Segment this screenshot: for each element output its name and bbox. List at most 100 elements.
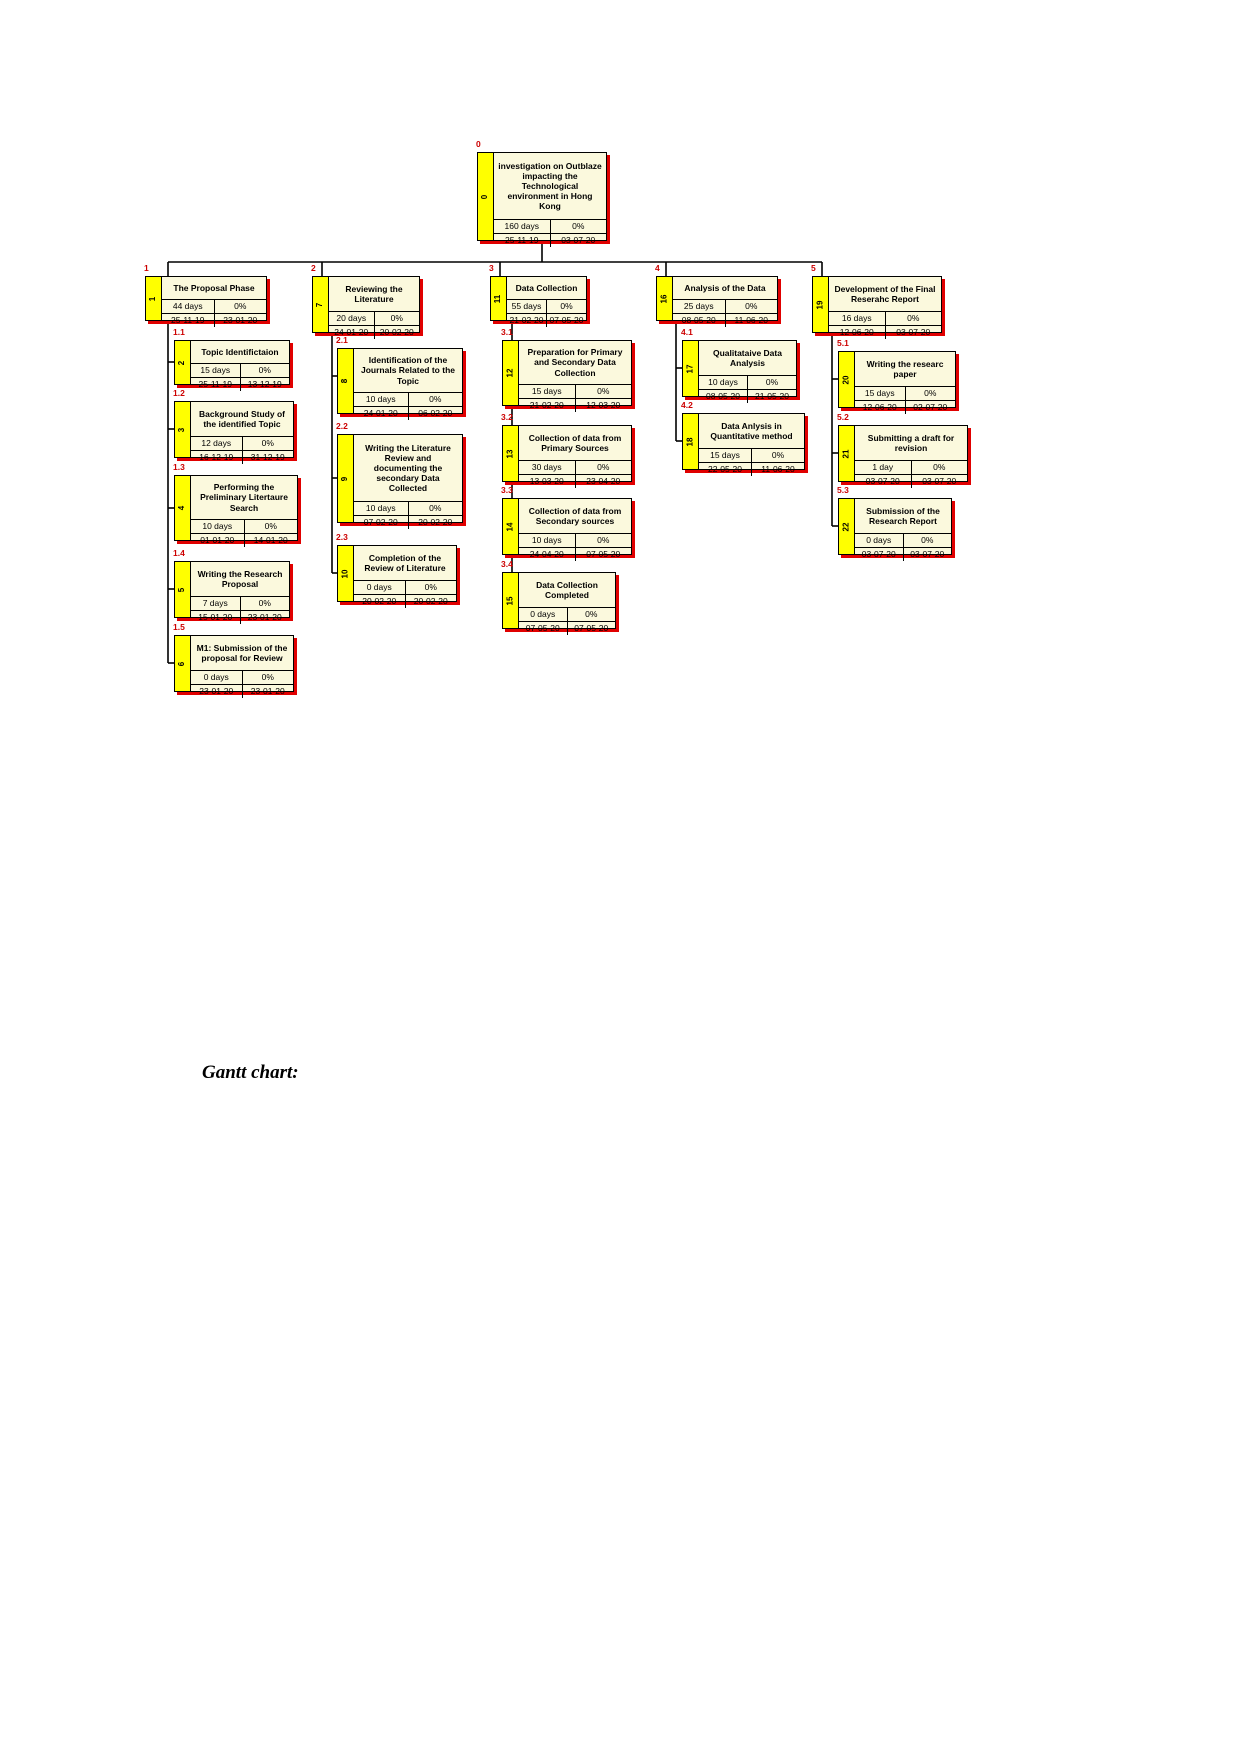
node-id-label: 2 — [177, 360, 187, 365]
node-body: Qualitataive Data Analysis 10 days 0% 08-05… — [699, 341, 796, 403]
wbs-node-3.4[interactable]: 15 Data Collection Completed 0 days 0% 07-05… — [502, 572, 616, 635]
node-task-name: Submission of the Research Report — [855, 499, 951, 534]
node-duration: 15 days — [855, 387, 906, 400]
node-duration: 10 days — [354, 502, 409, 515]
wbs-code-5: 5 — [811, 263, 816, 273]
wbs-node-2.1[interactable]: 8 Identification of the Journals Related … — [337, 348, 463, 420]
wbs-node-4.2[interactable]: 18 Data Anlysis in Quantitative method 15 … — [682, 413, 805, 476]
node-id-label: 20 — [841, 375, 851, 384]
node-task-name: Development of the Final Reserahc Report — [829, 277, 941, 312]
wbs-node-4[interactable]: 16 Analysis of the Data 25 days 0% 08-05-20 1… — [656, 276, 778, 327]
wbs-node-3.1[interactable]: 12 Preparation for Primary and Secondary … — [502, 340, 632, 412]
wbs-node-4.1[interactable]: 17 Qualitataive Data Analysis 10 days 0% 08-… — [682, 340, 797, 403]
node-body: Completion of the Review of Literature 0 … — [354, 546, 456, 608]
wbs-node-1[interactable]: 1 The Proposal Phase 44 days 0% 25-11-19 23-0… — [145, 276, 267, 327]
node-body: Data Collection 55 days 0% 21-02-20 07-05-20 — [507, 277, 586, 327]
node-id-column: 10 — [338, 546, 354, 601]
node-id-label: 5 — [177, 587, 187, 592]
node-dates-row: 15-01-20 23-01-20 — [191, 611, 289, 624]
node-id-label: 19 — [815, 300, 825, 309]
node-id-column: 20 — [839, 352, 855, 407]
wbs-node-3[interactable]: 11 Data Collection 55 days 0% 21-02-20 07-05-… — [490, 276, 587, 327]
node-id-column: 17 — [683, 341, 699, 396]
wbs-code-3.4: 3.4 — [501, 559, 513, 569]
wbs-node-1.2[interactable]: 3 Background Study of the identified Topi… — [174, 401, 294, 464]
wbs-node-5.2[interactable]: 21 Submitting a draft for revision 1 day 0%… — [838, 425, 968, 488]
node-percent-complete: 0% — [585, 609, 598, 620]
wbs-node-3.2[interactable]: 13 Collection of data from Primary Source… — [502, 425, 632, 488]
node-finish-date: 20-02-20 — [379, 327, 414, 338]
node-duration: 160 days — [494, 220, 551, 233]
node-task-name: Completion of the Review of Literature — [354, 546, 456, 581]
wbs-node-5.1[interactable]: 20 Writing the researc paper 15 days 0% 12-0… — [838, 351, 956, 414]
node-task-name: Writing the Literature Review and docume… — [354, 435, 462, 502]
wbs-node-2[interactable]: 7 Reviewing the Literature 20 days 0% 24-01-… — [312, 276, 420, 339]
node-task-name: Topic Identifictaion — [191, 341, 289, 364]
node-duration-row: 10 days 0% — [699, 376, 796, 390]
node-dates-row: 25-11-19 13-12-19 — [191, 378, 289, 391]
wbs-node-5.3[interactable]: 22 Submission of the Research Report 0 day… — [838, 498, 952, 561]
gantt-chart-caption: Gantt chart: — [202, 1062, 299, 1083]
node-start-date: 03-07-20 — [855, 475, 912, 488]
wbs-node-1.5[interactable]: 6 M1: Submission of the proposal for Revi… — [174, 635, 294, 698]
wbs-code-2: 2 — [311, 263, 316, 273]
node-finish-date: 03-07-20 — [922, 476, 957, 487]
node-start-date: 25-11-19 — [494, 234, 551, 247]
node-finish-date: 03-07-20 — [896, 327, 931, 338]
node-start-date: 21-02-20 — [507, 314, 547, 327]
node-body: Development of the Final Reserahc Report… — [829, 277, 941, 339]
node-body: Writing the Research Proposal 7 days 0% 15-… — [191, 562, 289, 624]
node-body: Collection of data from Primary Sources 3… — [519, 426, 631, 488]
node-id-column: 18 — [683, 414, 699, 469]
wbs-node-2.3[interactable]: 10 Completion of the Review of Literature… — [337, 545, 457, 608]
wbs-node-1.1[interactable]: 2 Topic Identifictaion 15 days 0% 25-11-19 13… — [174, 340, 290, 391]
node-start-date: 21-02-20 — [519, 399, 576, 412]
node-start-date: 08-05-20 — [673, 314, 726, 327]
node-duration: 44 days — [162, 300, 215, 313]
node-finish-date: 11-06-20 — [734, 315, 768, 326]
node-body: Reviewing the Literature 20 days 0% 24-01-2… — [329, 277, 419, 339]
node-start-date: 13-03-20 — [519, 475, 576, 488]
node-percent-complete: 0% — [390, 313, 403, 324]
node-id-label: 12 — [505, 368, 515, 378]
node-id-label: 8 — [340, 378, 350, 384]
node-body: Preparation for Primary and Secondary Da… — [519, 341, 631, 412]
node-percent-complete: 0% — [429, 394, 442, 405]
node-dates-row: 12-06-20 02-07-20 — [855, 401, 955, 414]
node-finish-date: 31-12-19 — [250, 452, 285, 463]
node-task-name: investigation on Outblaze impacting the … — [494, 153, 606, 220]
node-id-column: 0 — [478, 153, 494, 240]
node-duration: 25 days — [673, 300, 726, 313]
node-percent-complete: 0% — [745, 301, 758, 312]
wbs-code-5.1: 5.1 — [837, 338, 849, 348]
wbs-code-1.4: 1.4 — [173, 548, 185, 558]
node-dates-row: 07-02-20 20-02-20 — [354, 516, 462, 529]
node-id-column: 15 — [503, 573, 519, 628]
wbs-code-2.2: 2.2 — [336, 421, 348, 431]
node-task-name: Data Anlysis in Quantitative method — [699, 414, 804, 449]
node-id-label: 11 — [493, 294, 503, 303]
wbs-node-2.2[interactable]: 9 Writing the Literature Review and docum… — [337, 434, 463, 529]
wbs-node-0[interactable]: 0 investigation on Outblaze impacting the… — [477, 152, 607, 247]
node-percent-complete: 0% — [924, 388, 937, 399]
node-body: Data Anlysis in Quantitative method 15 da… — [699, 414, 804, 476]
wbs-code-1.3: 1.3 — [173, 462, 185, 472]
node-duration-row: 25 days 0% — [673, 300, 777, 314]
node-task-name: Data Collection — [507, 277, 586, 300]
node-id-label: 16 — [659, 294, 669, 303]
node-percent-complete: 0% — [258, 598, 271, 609]
wbs-node-1.4[interactable]: 5 Writing the Research Proposal 7 days 0% 15… — [174, 561, 290, 624]
node-finish-date: 12-03-20 — [586, 400, 621, 411]
node-id-column: 5 — [175, 562, 191, 617]
node-id-column: 12 — [503, 341, 519, 405]
wbs-node-1.3[interactable]: 4 Performing the Preliminary Litertaure S… — [174, 475, 298, 547]
node-duration-row: 7 days 0% — [191, 597, 289, 611]
node-percent-complete: 0% — [234, 301, 247, 312]
node-finish-date: 07-05-20 — [574, 623, 609, 634]
node-percent-complete: 0% — [597, 386, 610, 397]
wbs-node-5[interactable]: 19 Development of the Final Reserahc Repo… — [812, 276, 942, 339]
wbs-node-3.3[interactable]: 14 Collection of data from Secondary sour… — [502, 498, 632, 561]
node-percent-complete: 0% — [597, 462, 610, 473]
node-duration-row: 15 days 0% — [519, 385, 631, 399]
node-start-date: 24-04-20 — [519, 548, 576, 561]
